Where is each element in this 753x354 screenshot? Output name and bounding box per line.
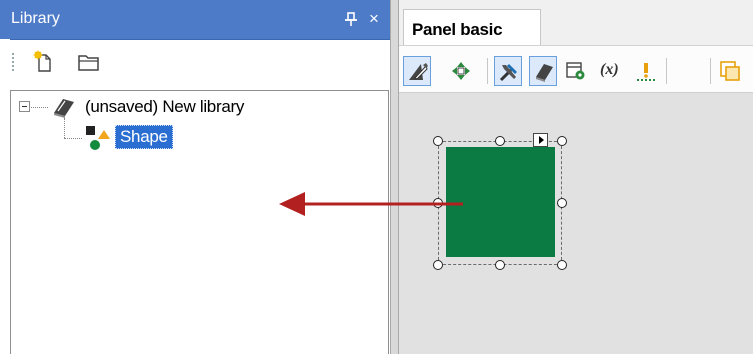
resize-handle-right[interactable] (557, 198, 567, 208)
tab-panel-basic[interactable]: Panel basic (403, 9, 541, 46)
green-rectangle-shape[interactable] (446, 147, 555, 257)
pin-icon[interactable] (342, 10, 360, 28)
tree-connector (64, 138, 82, 139)
variable-icon: (x) (600, 61, 619, 78)
anchor-icon (637, 63, 655, 81)
collapse-toggle-icon[interactable] (19, 101, 30, 112)
new-library-icon[interactable] (31, 49, 57, 75)
tools-icon (499, 64, 517, 82)
toolbar-separator (710, 58, 711, 84)
resize-handle-top-left[interactable] (433, 136, 443, 146)
library-titlebar[interactable]: Library (0, 0, 390, 40)
move-button[interactable] (447, 56, 475, 86)
tree-item-shape[interactable]: Shape (115, 125, 173, 149)
form-settings-icon (566, 62, 585, 80)
bring-front-icon (720, 61, 740, 81)
library-toolbar (0, 40, 390, 89)
library-button[interactable] (529, 56, 557, 86)
resize-handle-bottom[interactable] (495, 260, 505, 270)
library-title: Library (11, 10, 60, 27)
library-tree[interactable] (10, 90, 389, 354)
form-settings-button[interactable] (562, 56, 590, 86)
shapes-icon (84, 124, 114, 152)
toolbar-grip[interactable] (12, 53, 14, 73)
variable-button[interactable]: (x) (596, 56, 624, 86)
resize-handle-bottom-right[interactable] (557, 260, 567, 270)
toolbar-separator (666, 58, 667, 84)
tools-button[interactable] (494, 56, 522, 86)
tree-connector (31, 107, 48, 108)
resize-handle-left[interactable] (433, 198, 443, 208)
anchor-button[interactable] (632, 56, 660, 86)
resize-handle-top[interactable] (495, 136, 505, 146)
move-icon (452, 62, 470, 80)
pane-margin (0, 39, 10, 354)
tree-item-root-label[interactable]: (unsaved) New library (85, 97, 244, 117)
draw-tool-icon (409, 63, 428, 80)
toolbar-separator (487, 58, 488, 84)
resize-handle-top-right[interactable] (557, 136, 567, 146)
library-book-icon (536, 64, 553, 82)
pane-splitter[interactable] (390, 0, 399, 354)
close-icon[interactable]: × (365, 10, 383, 28)
shape-menu-icon[interactable] (533, 133, 548, 147)
book-icon (49, 95, 77, 119)
draw-tool-button[interactable] (403, 56, 431, 86)
resize-handle-bottom-left[interactable] (433, 260, 443, 270)
open-folder-icon[interactable] (76, 49, 102, 75)
bring-front-button[interactable] (716, 56, 744, 86)
tree-item-shape-label: Shape (120, 127, 168, 146)
tab-label: Panel basic (412, 20, 503, 39)
tree-connector (64, 118, 65, 138)
